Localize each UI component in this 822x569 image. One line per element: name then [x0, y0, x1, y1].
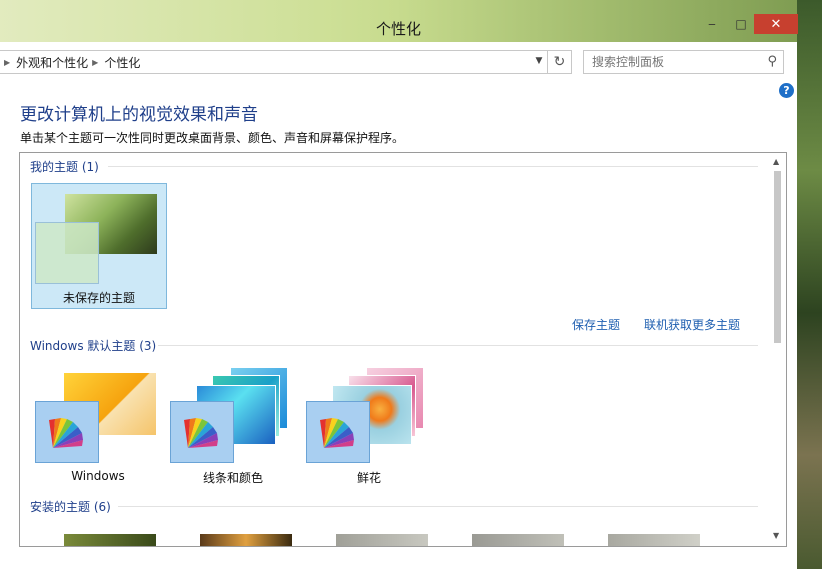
theme-color-swatch — [35, 401, 99, 463]
vertical-scrollbar[interactable]: ▲ ▼ — [769, 153, 785, 546]
theme-flowers[interactable]: 鲜花 — [302, 363, 436, 487]
installed-theme-thumbnail[interactable] — [472, 534, 564, 546]
section-header-my-themes: 我的主题 (1) — [30, 160, 99, 174]
refresh-button[interactable]: ↻ — [548, 50, 572, 74]
breadcrumb[interactable]: ▶ 外观和个性化 ▶ 个性化 — [0, 50, 548, 74]
search-icon[interactable]: ⚲ — [767, 54, 777, 69]
theme-color-swatch — [306, 401, 370, 463]
desktop-background-edge — [797, 0, 822, 569]
scroll-down-arrow-icon[interactable]: ▼ — [773, 531, 779, 540]
get-more-themes-link[interactable]: 联机获取更多主题 — [644, 316, 740, 333]
refresh-icon: ↻ — [553, 54, 566, 70]
scroll-up-arrow-icon[interactable]: ▲ — [773, 157, 779, 166]
installed-theme-thumbnail[interactable] — [608, 534, 700, 546]
breadcrumb-item-appearance[interactable]: 外观和个性化 — [16, 54, 88, 71]
palette-fan-icon — [184, 418, 218, 448]
theme-label: Windows — [71, 469, 125, 483]
theme-color-swatch — [35, 222, 99, 284]
installed-theme-thumbnail[interactable] — [336, 534, 428, 546]
chevron-down-icon[interactable]: ▼ — [531, 50, 547, 72]
section-divider — [158, 345, 758, 346]
window-title: 个性化 — [375, 20, 421, 38]
help-icon[interactable]: ? — [779, 83, 794, 98]
palette-fan-icon — [49, 418, 83, 448]
theme-label: 鲜花 — [356, 471, 381, 485]
section-header-installed-themes: 安装的主题 (6) — [30, 500, 111, 514]
theme-lines-and-colors[interactable]: 线条和颜色 — [166, 363, 300, 487]
installed-theme-thumbnail[interactable] — [64, 534, 156, 546]
scrollbar-thumb[interactable] — [774, 171, 781, 343]
theme-label: 线条和颜色 — [202, 471, 263, 485]
breadcrumb-item-personalization[interactable]: 个性化 — [104, 54, 140, 71]
page-title: 更改计算机上的视觉效果和声音 — [20, 105, 258, 125]
close-button[interactable]: ✕ — [754, 14, 798, 34]
theme-color-swatch — [170, 401, 234, 463]
chevron-right-icon[interactable]: ▶ — [4, 58, 10, 67]
section-divider — [118, 506, 758, 507]
section-divider — [108, 166, 758, 167]
minimize-button[interactable]: ‒ — [698, 14, 726, 34]
theme-label: 未保存的主题 — [62, 291, 135, 305]
search-input[interactable] — [584, 54, 764, 70]
installed-theme-thumbnail[interactable] — [200, 534, 292, 546]
maximize-button[interactable]: □ — [728, 14, 754, 34]
theme-windows[interactable]: Windows — [31, 363, 165, 487]
section-header-default-themes: Windows 默认主题 (3) — [30, 339, 157, 353]
chevron-right-icon[interactable]: ▶ — [92, 58, 98, 67]
search-box[interactable]: ⚲ — [583, 50, 784, 74]
theme-unsaved[interactable]: 未保存的主题 — [31, 183, 167, 309]
palette-fan-icon — [320, 418, 354, 448]
save-theme-link[interactable]: 保存主题 — [572, 316, 620, 333]
title-bar[interactable]: 个性化 ‒ □ ✕ — [0, 0, 798, 42]
theme-list-panel: 我的主题 (1) 未保存的主题 保存主题 联机获取更多主题 Windows 默认… — [19, 152, 787, 547]
personalization-window: 个性化 ‒ □ ✕ ▶ 外观和个性化 ▶ 个性化 ▼ ↻ ⚲ ? 更改计算机上的… — [0, 0, 798, 569]
page-description: 单击某个主题可一次性同时更改桌面背景、颜色、声音和屏幕保护程序。 — [20, 131, 405, 145]
